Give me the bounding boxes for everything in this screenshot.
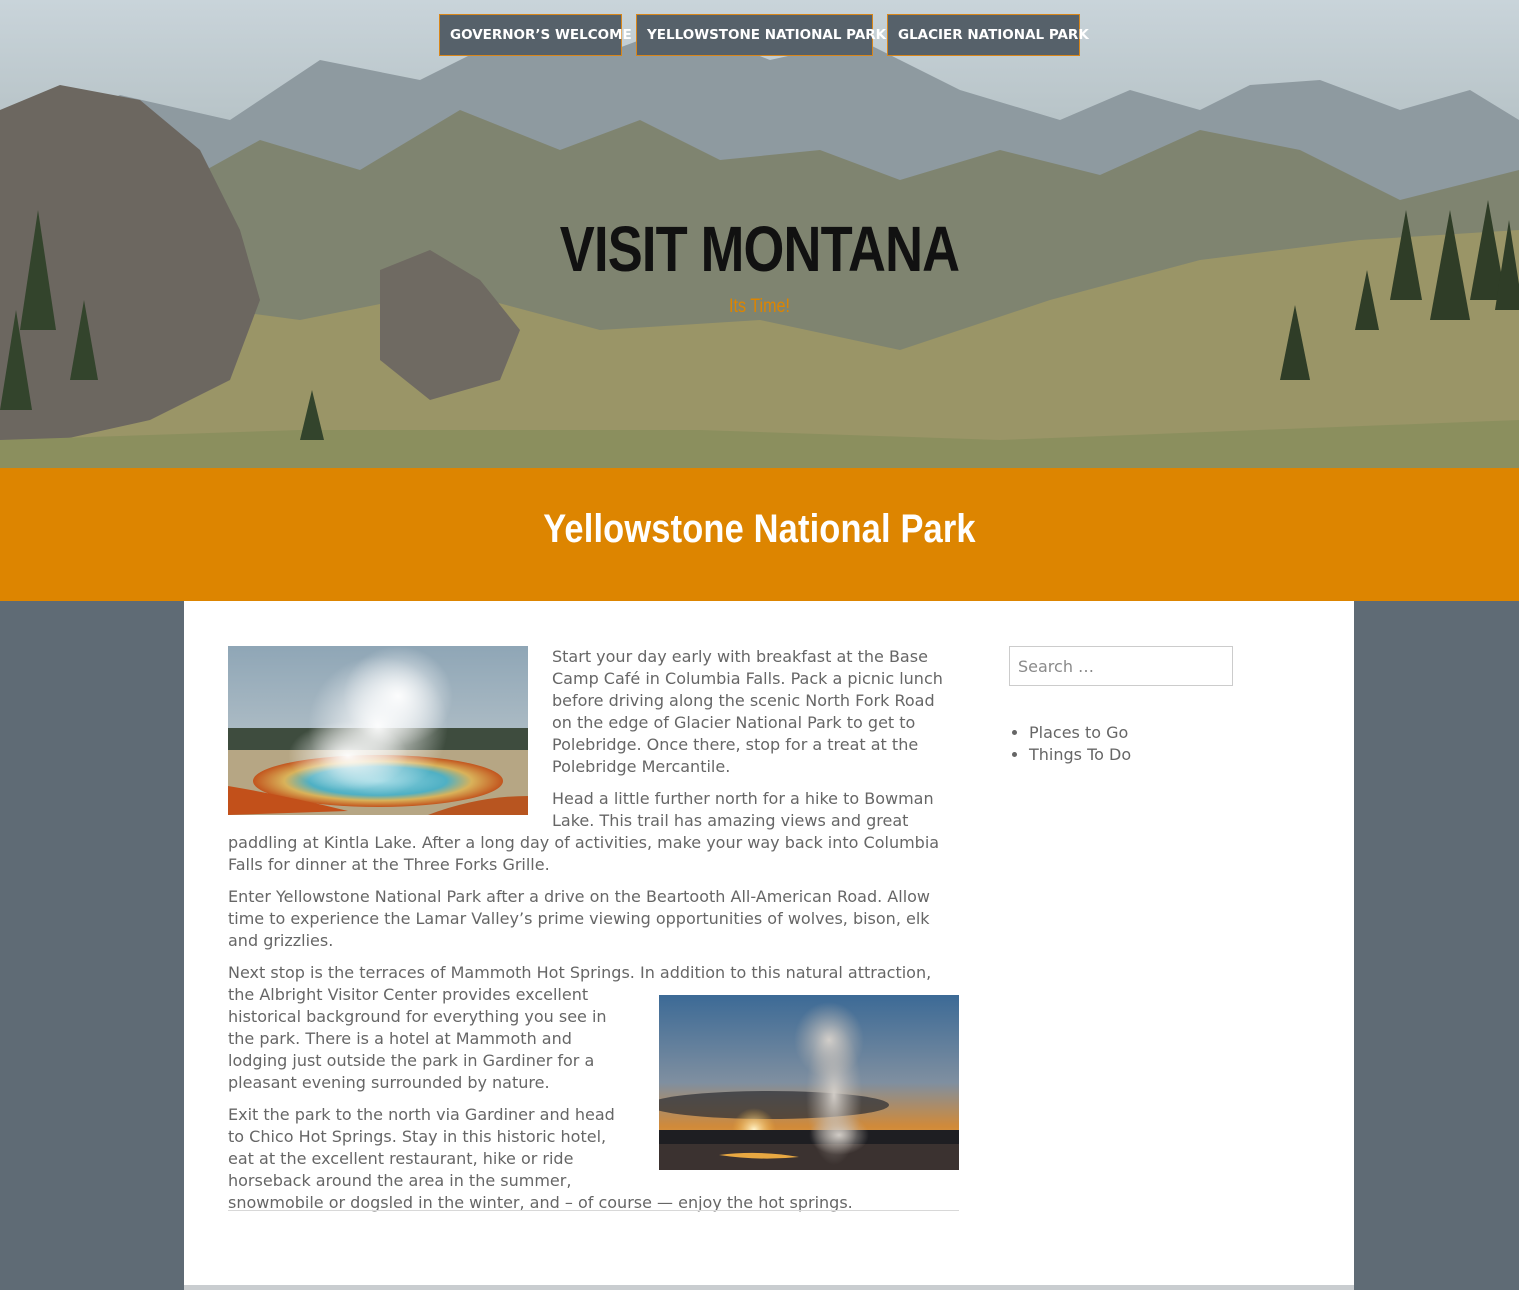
sidebar-menu: Places to Go Things To Do [1009,722,1309,766]
page-title-banner: Yellowstone National Park [0,468,1519,601]
site-tagline: Its Time! [728,296,791,317]
nav-governors-welcome[interactable]: GOVERNOR’S WELCOME [439,14,632,56]
places-to-go-link[interactable]: Places to Go [1029,723,1128,742]
content-bottom-edge [184,1285,1354,1290]
hero-header: GOVERNOR’S WELCOME YELLOWSTONE NATIONAL … [0,0,1519,468]
sidebar: Places to Go Things To Do [1009,646,1309,766]
content-area: Start your day early with breakfast at t… [184,601,1354,1290]
article-paragraph-text: Albright Visitor Center provides excelle… [228,985,607,1092]
nav-yellowstone-national-park[interactable]: YELLOWSTONE NATIONAL PARK [636,14,886,56]
old-faithful-sunset-image [659,995,959,1170]
nav-glacier-national-park[interactable]: GLACIER NATIONAL PARK [887,14,1089,56]
grand-prismatic-spring-image [228,646,528,815]
page-title: Yellowstone National Park [543,507,976,551]
article-divider [228,1210,959,1211]
things-to-do-link[interactable]: Things To Do [1029,745,1131,764]
sidebar-item-places-to-go: Places to Go [1029,722,1309,744]
main-nav: GOVERNOR’S WELCOME YELLOWSTONE NATIONAL … [0,14,1519,56]
search-input[interactable] [1009,646,1233,686]
sidebar-item-things-to-do: Things To Do [1029,744,1309,766]
article-paragraph: Next stop is the terraces of Mammoth Hot… [228,962,959,1170]
site-title[interactable]: VISIT MONTANA [137,212,1383,286]
article: Start your day early with breakfast at t… [228,646,959,1224]
article-paragraph: Enter Yellowstone National Park after a … [228,887,931,950]
